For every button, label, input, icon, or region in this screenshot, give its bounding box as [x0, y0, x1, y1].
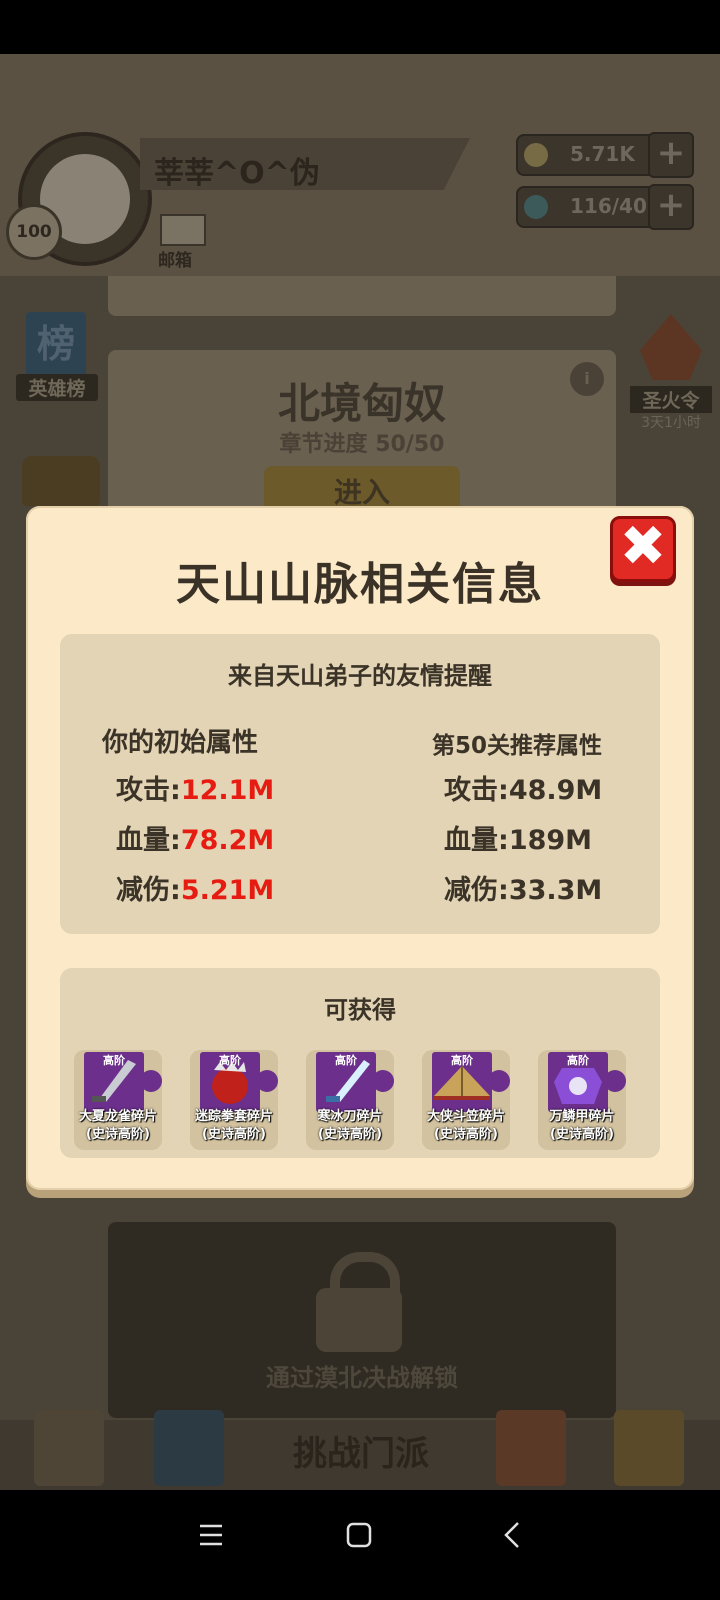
sidebar-item-label: 圣火令: [630, 386, 712, 413]
sidebar-item-hero-rank[interactable]: 榜 英雄榜: [16, 308, 98, 410]
stage-progress: 章节进度 50/50: [279, 432, 445, 457]
attribute-panel: 来自天山弟子的友情提醒 你的初始属性 第50关推荐属性 攻击:12.1M 攻击:…: [60, 634, 660, 934]
sidebar-item-holy-fire[interactable]: 圣火令 3天1小时: [630, 314, 712, 434]
stage-title: 北境匈奴: [277, 379, 446, 428]
add-energy-button[interactable]: +: [648, 184, 694, 230]
armor-icon: 高阶: [548, 1052, 608, 1112]
sword-icon: 高阶: [84, 1052, 144, 1112]
level-badge: 100: [6, 204, 62, 260]
reward-name: 寒冰刀碎片 (史诗高阶): [317, 1109, 383, 1142]
reward-name: 迷踪拳套碎片 (史诗高阶): [194, 1109, 273, 1142]
task-icon[interactable]: [34, 1410, 104, 1486]
sidebar-item-timer: 3天1小时: [641, 415, 701, 431]
recommended-damage-reduction: 减伤:33.3M: [444, 875, 603, 906]
helmet-icon[interactable]: [496, 1410, 566, 1486]
chest-icon: [22, 456, 100, 506]
gold-resource: 5.71K +: [516, 132, 694, 178]
system-nav-bar: [0, 1490, 720, 1600]
status-bar: [0, 0, 720, 54]
reward-item[interactable]: 高阶 大夏龙雀碎片 (史诗高阶): [74, 1050, 162, 1150]
coin-icon: [524, 143, 548, 167]
lock-icon: [316, 1252, 402, 1352]
close-icon: ✖: [619, 514, 667, 579]
fist-icon: 高阶: [200, 1052, 260, 1112]
energy-resource: 116/40 +: [516, 184, 694, 230]
reward-name: 万鳞甲碎片 (史诗高阶): [549, 1109, 615, 1142]
gold-value: 5.71K: [570, 142, 635, 166]
bottom-nav: 挑战门派: [0, 1410, 720, 1490]
nav-challenge-sect[interactable]: 挑战门派: [276, 1426, 446, 1475]
dialog-title: 天山山脉相关信息: [176, 559, 544, 610]
rewards-list: 高阶 大夏龙雀碎片 (史诗高阶) 高阶 迷踪拳套碎片 (史诗高阶) 高阶 寒冰刀…: [74, 1050, 654, 1150]
flame-icon: [640, 314, 702, 380]
add-gold-button[interactable]: +: [648, 132, 694, 178]
my-damage-reduction: 减伤:5.21M: [116, 875, 275, 906]
energy-icon: [524, 195, 548, 219]
sidebar-item-label: 英雄榜: [16, 374, 98, 401]
reward-item[interactable]: 高阶 大侠斗笠碎片 (史诗高阶): [422, 1050, 510, 1150]
header: 100 莘莘^O^伪 邮箱 5.71K + 116/40 +: [0, 54, 720, 276]
mail-label: 邮箱: [158, 251, 192, 271]
reward-name: 大侠斗笠碎片 (史诗高阶): [426, 1109, 505, 1142]
energy-value: 116/40: [570, 194, 647, 218]
straw-hat-icon: 高阶: [432, 1052, 492, 1112]
mail-button[interactable]: 邮箱: [158, 212, 206, 271]
stage-strip: [108, 276, 616, 316]
reward-item[interactable]: 高阶 寒冰刀碎片 (史诗高阶): [306, 1050, 394, 1150]
ice-blade-icon: 高阶: [316, 1052, 376, 1112]
close-button[interactable]: ✖: [610, 514, 676, 582]
recommended-attributes-heading: 第50关推荐属性: [432, 733, 603, 759]
my-attack: 攻击:12.1M: [116, 775, 275, 806]
back-icon[interactable]: [488, 1510, 538, 1560]
info-dialog: 天山山脉相关信息 ✖ 来自天山弟子的友情提醒 你的初始属性 第50关推荐属性 攻…: [26, 506, 694, 1190]
player-name: 莘莘^O^伪: [154, 156, 320, 191]
home-icon[interactable]: [334, 1510, 384, 1560]
rewards-title: 可获得: [324, 996, 396, 1024]
recommended-attack: 攻击:48.9M: [444, 775, 603, 806]
reward-name: 大夏龙雀碎片 (史诗高阶): [78, 1109, 157, 1142]
rewards-panel: 可获得 高阶 大夏龙雀碎片 (史诗高阶) 高阶 迷踪拳套碎片 (史诗高阶) 高阶…: [60, 968, 660, 1158]
cultivate-icon[interactable]: [154, 1410, 224, 1486]
collect-icon[interactable]: [614, 1410, 684, 1486]
rank-icon: 榜: [26, 312, 86, 378]
locked-stage-card: 通过漠北决战解锁: [108, 1222, 616, 1418]
locked-text: 通过漠北决战解锁: [266, 1364, 458, 1392]
recommended-hp: 血量:189M: [444, 825, 593, 856]
my-attributes-heading: 你的初始属性: [102, 728, 259, 758]
mail-icon: [160, 214, 206, 246]
my-hp: 血量:78.2M: [116, 825, 275, 856]
stage-card: i 北境匈奴 章节进度 50/50 进入: [108, 350, 616, 530]
reward-item[interactable]: 高阶 万鳞甲碎片 (史诗高阶): [538, 1050, 626, 1150]
panel-title: 来自天山弟子的友情提醒: [228, 662, 492, 690]
reward-item[interactable]: 高阶 迷踪拳套碎片 (史诗高阶): [190, 1050, 278, 1150]
menu-icon[interactable]: [186, 1510, 236, 1560]
